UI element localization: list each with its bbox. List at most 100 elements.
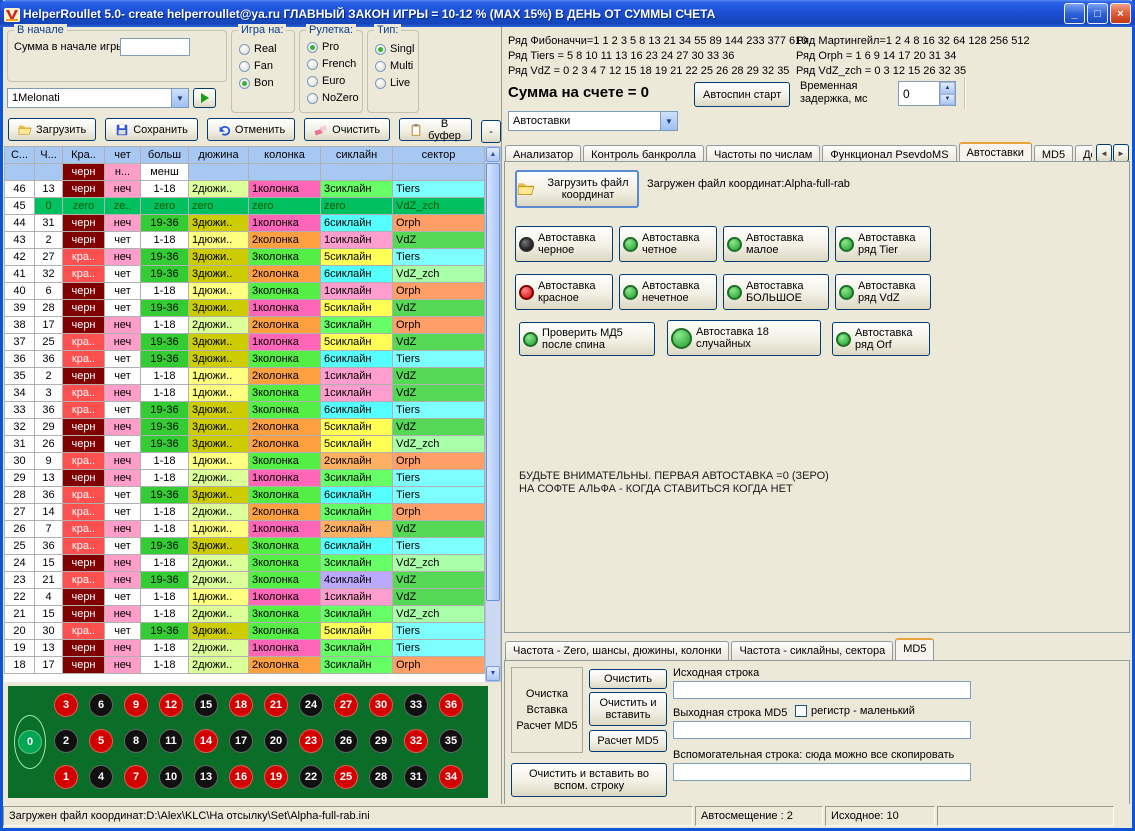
- table-header-cell[interactable]: чет: [105, 147, 141, 164]
- md5-clear-paste-button[interactable]: Очистить и вставить: [589, 692, 667, 726]
- spin-down-icon[interactable]: ▼: [940, 94, 955, 106]
- board-number-8[interactable]: 8: [124, 729, 148, 753]
- table-header-cell[interactable]: [321, 164, 393, 181]
- chevron-down-icon[interactable]: ▼: [171, 89, 188, 107]
- board-number-18[interactable]: 18: [229, 693, 253, 717]
- tab-scroll-left-icon[interactable]: ◄: [1096, 144, 1112, 162]
- delay-spinner[interactable]: 0 ▲▼: [898, 81, 956, 106]
- spin-up-icon[interactable]: ▲: [940, 82, 955, 94]
- scrollbar-thumb[interactable]: [486, 163, 500, 601]
- radio-live[interactable]: Live: [375, 76, 418, 90]
- source-string-input[interactable]: [673, 681, 971, 699]
- table-row[interactable]: 267кра..неч1-181дюжи..1колонка2сиклайнVd…: [5, 521, 485, 538]
- table-header-cell[interactable]: черн: [63, 164, 105, 181]
- table-row[interactable]: 4227кра..неч19-363дюжи..3колонка5сиклайн…: [5, 249, 485, 266]
- autobets-combo[interactable]: Автоставки ▼: [508, 111, 678, 131]
- minimize-button[interactable]: _: [1064, 3, 1085, 24]
- undo-button[interactable]: Отменить: [207, 118, 295, 141]
- table-header-cell[interactable]: С...: [5, 147, 35, 164]
- board-number-15[interactable]: 15: [194, 693, 218, 717]
- table-row[interactable]: 3928чернчет19-363дюжи..1колонка5сиклайнV…: [5, 300, 485, 317]
- autobet-button[interactable]: Автоставка БОЛЬШОЕ: [723, 274, 829, 310]
- scroll-down-icon[interactable]: ▼: [486, 666, 500, 681]
- autobet-button[interactable]: Автоставка четное: [619, 226, 717, 262]
- radio-euro[interactable]: Euro: [307, 74, 362, 88]
- table-header-cell[interactable]: колонка: [249, 147, 321, 164]
- board-number-19[interactable]: 19: [264, 765, 288, 789]
- board-number-16[interactable]: 16: [229, 765, 253, 789]
- resize-grip[interactable]: [1116, 806, 1130, 826]
- table-header-cell[interactable]: сиклайн: [321, 147, 393, 164]
- tab-частота-сиклайны-сектора[interactable]: Частота - сиклайны, сектора: [731, 641, 893, 660]
- board-number-33[interactable]: 33: [404, 693, 428, 717]
- board-number-23[interactable]: 23: [299, 729, 323, 753]
- radio-singl[interactable]: Singl: [375, 42, 418, 56]
- table-row[interactable]: 309кра..неч1-181дюжи..3колонка2сиклайнOr…: [5, 453, 485, 470]
- table-row[interactable]: 2115черннеч1-182дюжи..3колонка3сиклайнVd…: [5, 606, 485, 623]
- board-number-27[interactable]: 27: [334, 693, 358, 717]
- table-row[interactable]: 3336кра..чет19-363дюжи..3колонка6сиклайн…: [5, 402, 485, 419]
- table-row[interactable]: 4431черннеч19-363дюжи..1колонка6сиклайнO…: [5, 215, 485, 232]
- table-row[interactable]: 432чернчет1-181дюжи..2колонка1сиклайнVdZ: [5, 232, 485, 249]
- table-header-cell[interactable]: [35, 164, 63, 181]
- table-row[interactable]: 352чернчет1-181дюжи..2колонка1сиклайнVdZ: [5, 368, 485, 385]
- autobet-button[interactable]: Автоставка красное: [515, 274, 613, 310]
- board-number-34[interactable]: 34: [439, 765, 463, 789]
- table-row[interactable]: 2913черннеч1-182дюжи..1колонка3сиклайнTi…: [5, 470, 485, 487]
- board-number-2[interactable]: 2: [54, 729, 78, 753]
- table-header-cell[interactable]: Кра..: [63, 147, 105, 164]
- table-header-cell[interactable]: [393, 164, 485, 181]
- table-header-cell[interactable]: Ч...: [35, 147, 63, 164]
- table-row[interactable]: 4613черннеч1-182дюжи..1колонка3сиклайнTi…: [5, 181, 485, 198]
- register-checkbox-row[interactable]: регистр - маленький: [795, 705, 915, 717]
- board-number-6[interactable]: 6: [89, 693, 113, 717]
- save-button[interactable]: Сохранить: [105, 118, 198, 141]
- radio-multi[interactable]: Multi: [375, 59, 418, 73]
- board-number-30[interactable]: 30: [369, 693, 393, 717]
- board-number-10[interactable]: 10: [159, 765, 183, 789]
- board-number-32[interactable]: 32: [404, 729, 428, 753]
- board-number-12[interactable]: 12: [159, 693, 183, 717]
- table-header-cell[interactable]: н...: [105, 164, 141, 181]
- board-number-29[interactable]: 29: [369, 729, 393, 753]
- tab-md5[interactable]: MD5: [895, 638, 934, 660]
- radio-nozero[interactable]: NoZero: [307, 91, 362, 105]
- collapse-button[interactable]: -: [481, 120, 501, 143]
- autobet-button[interactable]: Автоставка 18 случайных: [667, 320, 821, 356]
- load-coords-button[interactable]: Загрузить файл координат: [515, 170, 639, 208]
- table-header-cell[interactable]: [189, 164, 249, 181]
- table-header-cell[interactable]: [249, 164, 321, 181]
- table-row[interactable]: 2836кра..чет19-363дюжи..3колонка6сиклайн…: [5, 487, 485, 504]
- aux-string-input[interactable]: [673, 763, 971, 781]
- table-row[interactable]: 2536кра..чет19-363дюжи..3колонка6сиклайн…: [5, 538, 485, 555]
- radio-real[interactable]: Real: [239, 42, 294, 56]
- board-number-13[interactable]: 13: [194, 765, 218, 789]
- board-number-4[interactable]: 4: [89, 765, 113, 789]
- maximize-button[interactable]: □: [1087, 3, 1108, 24]
- table-row[interactable]: 224чернчет1-181дюжи..1колонка1сиклайнVdZ: [5, 589, 485, 606]
- preset-combo[interactable]: 1Melonati ▼: [7, 88, 189, 108]
- table-header-cell[interactable]: больш: [141, 147, 189, 164]
- table-scrollbar[interactable]: ▲ ▼: [485, 146, 501, 682]
- checkbox-icon[interactable]: [795, 705, 807, 717]
- table-row[interactable]: 343кра..неч1-181дюжи..3колонка1сиклайнVd…: [5, 385, 485, 402]
- scroll-up-icon[interactable]: ▲: [486, 147, 500, 162]
- board-number-9[interactable]: 9: [124, 693, 148, 717]
- autobet-button[interactable]: Автоставка черное: [515, 226, 613, 262]
- board-number-11[interactable]: 11: [159, 729, 183, 753]
- autobet-button[interactable]: Автоставка ряд Tier: [835, 226, 931, 262]
- board-number-7[interactable]: 7: [124, 765, 148, 789]
- autobet-button[interactable]: Автоставка ряд Orf: [832, 322, 930, 356]
- table-row[interactable]: 2415черннеч1-182дюжи..3колонка3сиклайнVd…: [5, 555, 485, 572]
- tab-scroll-right-icon[interactable]: ►: [1113, 144, 1129, 162]
- table-header-cell[interactable]: менш: [141, 164, 189, 181]
- table-header-cell[interactable]: [5, 164, 35, 181]
- board-number-5[interactable]: 5: [89, 729, 113, 753]
- autospin-start-button[interactable]: Автоспин старт: [694, 82, 790, 107]
- table-row[interactable]: 2321кра..неч19-362дюжи..3колонка4сиклайн…: [5, 572, 485, 589]
- table-row[interactable]: 1817черннеч1-182дюжи..2колонка3сиклайнOr…: [5, 657, 485, 674]
- chevron-down-icon[interactable]: ▼: [660, 112, 677, 130]
- autobet-button[interactable]: Автоставка ряд VdZ: [835, 274, 931, 310]
- board-number-31[interactable]: 31: [404, 765, 428, 789]
- board-number-3[interactable]: 3: [54, 693, 78, 717]
